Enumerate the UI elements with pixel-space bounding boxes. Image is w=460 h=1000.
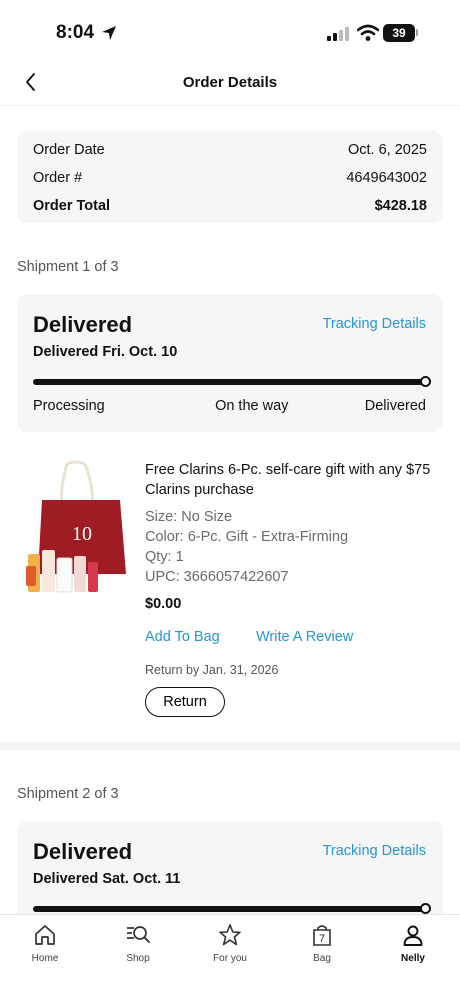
step-on-the-way: On the way xyxy=(215,398,289,414)
nav-header: Order Details xyxy=(0,62,460,106)
shipment-status-title: Delivered xyxy=(33,312,133,337)
product-name[interactable]: Free Clarins 6-Pc. self-care gift with a… xyxy=(145,460,435,500)
return-by-date: Return by Jan. 31, 2026 xyxy=(145,663,279,677)
product-price: $0.00 xyxy=(145,596,182,612)
person-icon xyxy=(403,925,423,946)
tab-nelly[interactable]: Nelly xyxy=(378,923,448,964)
order-number-row: Order # 4649643002 xyxy=(33,168,427,188)
order-total-value: $428.18 xyxy=(374,198,427,214)
shipment-2-label: Shipment 2 of 3 xyxy=(17,786,119,802)
bag-count-badge: 7 xyxy=(319,933,325,945)
add-to-bag-link[interactable]: Add To Bag xyxy=(145,629,220,645)
home-icon xyxy=(35,925,55,945)
write-review-link[interactable]: Write A Review xyxy=(256,629,353,645)
product-upc: UPC: 3666057422607 xyxy=(145,569,289,585)
tab-home-label: Home xyxy=(31,953,59,964)
delivery-progress-bar xyxy=(33,376,431,387)
status-time: 8:04 xyxy=(56,22,95,43)
battery-icon: 39 xyxy=(383,24,415,42)
bag-logo-text: 10 xyxy=(72,523,92,545)
shipment-status-title: Delivered xyxy=(33,839,133,864)
order-total-label: Order Total xyxy=(33,198,111,214)
bag-icon: 7 xyxy=(313,925,331,946)
order-date-row: Order Date Oct. 6, 2025 xyxy=(33,140,427,160)
order-number-label: Order # xyxy=(33,170,83,186)
step-delivered: Delivered xyxy=(364,398,426,414)
star-icon xyxy=(219,924,241,946)
section-divider xyxy=(0,742,460,750)
tab-for-you-label: For you xyxy=(213,953,247,964)
tab-shop[interactable]: Shop xyxy=(103,923,173,964)
order-date-value: Oct. 6, 2025 xyxy=(348,142,427,158)
bottom-tab-bar: Home Shop For you 7 Bag Nelly xyxy=(0,914,460,1000)
progress-steps: Processing On the way Delivered xyxy=(33,398,426,414)
tracking-details-link[interactable]: Tracking Details xyxy=(323,843,426,859)
tab-bag-label: Bag xyxy=(313,953,331,964)
tab-for-you[interactable]: For you xyxy=(195,923,265,964)
order-total-row: Order Total $428.18 xyxy=(33,196,427,216)
progress-knob xyxy=(420,376,431,387)
return-button[interactable]: Return xyxy=(145,687,225,717)
step-processing: Processing xyxy=(33,398,105,414)
product-image: 10 xyxy=(26,460,126,593)
order-date-label: Order Date xyxy=(33,142,105,158)
product-size: Size: No Size xyxy=(145,509,233,525)
delivery-progress-bar xyxy=(33,903,431,914)
product-color: Color: 6-Pc. Gift - Extra-Firming xyxy=(145,529,349,545)
order-summary-card: Order Date Oct. 6, 2025 Order # 46496430… xyxy=(17,131,443,223)
order-number-value: 4649643002 xyxy=(346,170,427,186)
shipment-1-status-card: Delivered Tracking Details Delivered Fri… xyxy=(17,294,443,432)
shipment-1-label: Shipment 1 of 3 xyxy=(17,259,119,275)
tab-bag[interactable]: 7 Bag xyxy=(287,923,357,964)
tab-shop-label: Shop xyxy=(126,953,150,964)
tracking-details-link[interactable]: Tracking Details xyxy=(323,316,426,332)
delivered-date: Delivered Fri. Oct. 10 xyxy=(33,344,178,360)
cellular-signal-icon xyxy=(327,27,349,41)
tab-nelly-label: Nelly xyxy=(401,953,425,964)
battery-cap xyxy=(416,29,418,36)
delivered-date: Delivered Sat. Oct. 11 xyxy=(33,871,181,887)
product-qty: Qty: 1 xyxy=(145,549,184,565)
order-item: 10 Free Clarins 6-Pc. self-care gift wit… xyxy=(0,440,460,740)
status-bar: 8:04 39 xyxy=(0,0,460,62)
wifi-icon xyxy=(357,24,379,41)
shop-search-icon xyxy=(127,926,150,943)
tab-home[interactable]: Home xyxy=(10,923,80,964)
page-title: Order Details xyxy=(182,74,278,91)
progress-knob xyxy=(420,903,431,914)
location-arrow-icon xyxy=(102,26,116,40)
